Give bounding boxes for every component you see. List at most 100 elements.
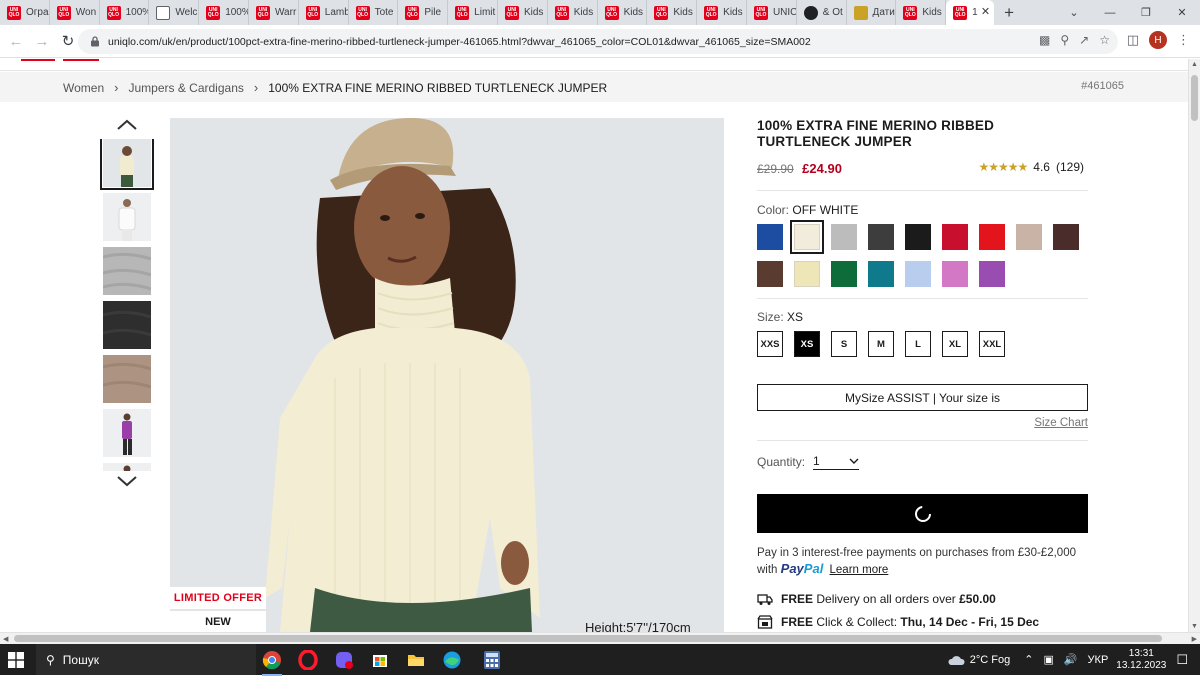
share-icon[interactable]: ↗ — [1079, 33, 1089, 47]
address-bar[interactable]: uniqlo.com/uk/en/product/100pct-extra-fi… — [78, 29, 1118, 54]
thumbnail-partial[interactable] — [103, 463, 151, 471]
horizontal-scrollbar[interactable]: ◀ ▶ — [0, 632, 1200, 644]
thumbnail-white-model[interactable] — [103, 193, 151, 241]
tab-search-icon[interactable]: ⌄ — [1056, 0, 1092, 25]
translate-icon[interactable]: ▩ — [1039, 33, 1050, 47]
breadcrumb-link-jumpers[interactable]: Jumpers & Cardigans — [128, 81, 243, 95]
restore-icon[interactable]: ❐ — [1128, 0, 1164, 25]
new-tab-button[interactable]: + — [994, 0, 1024, 25]
tray-overflow-icon[interactable]: ⌃ — [1024, 653, 1033, 666]
browser-tab[interactable]: Welc — [149, 0, 200, 25]
browser-tab[interactable]: Дати — [847, 0, 897, 25]
vertical-scroll-thumb[interactable] — [1191, 75, 1198, 121]
bookmark-star-icon[interactable]: ☆ — [1099, 33, 1110, 47]
size-option-m[interactable]: M — [868, 331, 894, 357]
browser-tab[interactable]: UNI QLO 100% — [199, 0, 249, 25]
quantity-select[interactable]: 1 — [813, 454, 860, 470]
edge-app-icon[interactable] — [436, 648, 468, 672]
scroll-left-icon[interactable]: ◀ — [3, 635, 8, 643]
color-swatch[interactable] — [942, 261, 968, 287]
color-swatch[interactable] — [979, 261, 1005, 287]
thumbnail-grey-fabric[interactable] — [103, 247, 151, 295]
color-swatch[interactable] — [979, 224, 1005, 250]
size-option-xl[interactable]: XL — [942, 331, 968, 357]
browser-tab[interactable]: UNI QLO 100% — [100, 0, 150, 25]
browser-tab[interactable]: UNI QLO Kids — [548, 0, 598, 25]
size-option-xs[interactable]: XS — [794, 331, 820, 357]
browser-tab[interactable]: UNI QLO Lamb — [299, 0, 349, 25]
browser-tab[interactable]: & Ot — [797, 0, 847, 25]
color-swatch[interactable] — [1016, 224, 1042, 250]
profile-avatar[interactable]: H — [1149, 31, 1167, 49]
mysize-assist-button[interactable]: MySize ASSIST | Your size is — [757, 384, 1088, 411]
browser-tab[interactable]: UNI QLO Tote — [349, 0, 399, 25]
thumbnail-beige-fabric[interactable] — [103, 355, 151, 403]
size-option-s[interactable]: S — [831, 331, 857, 357]
thumbnail-black-fabric[interactable] — [103, 301, 151, 349]
menu-kebab-icon[interactable]: ⋮ — [1177, 32, 1190, 48]
weather-widget[interactable]: 2°C Fog — [947, 654, 1010, 666]
close-tab-icon[interactable]: ✕ — [981, 5, 990, 18]
language-indicator[interactable]: УКР — [1088, 654, 1109, 666]
browser-tab[interactable]: UNI QLO Kids — [697, 0, 747, 25]
zoom-icon[interactable]: ⚲ — [1060, 33, 1069, 47]
color-swatch[interactable] — [831, 224, 857, 250]
chrome-app-icon[interactable] — [256, 648, 288, 676]
thumbnail-off-white-model[interactable] — [100, 139, 154, 190]
forward-arrow-icon[interactable]: → — [29, 28, 55, 54]
store-app-icon[interactable] — [364, 648, 396, 672]
size-option-l[interactable]: L — [905, 331, 931, 357]
color-swatch[interactable] — [790, 220, 824, 254]
scroll-right-icon[interactable]: ▶ — [1192, 635, 1197, 643]
minimize-icon[interactable]: — — [1092, 0, 1128, 25]
color-swatch[interactable] — [905, 261, 931, 287]
browser-tab[interactable]: UNI QLO Won — [50, 0, 100, 25]
size-option-xxl[interactable]: XXL — [979, 331, 1005, 357]
network-icon[interactable]: ▣ — [1043, 653, 1053, 666]
browser-tab[interactable]: UNI QLO Огра — [0, 0, 50, 25]
browser-tab[interactable]: UNI QLO Kids — [896, 0, 947, 25]
color-swatch[interactable] — [905, 224, 931, 250]
browser-tab[interactable]: UNI QLO Kids — [647, 0, 698, 25]
close-window-icon[interactable]: ✕ — [1164, 0, 1200, 25]
color-swatch[interactable] — [794, 261, 820, 287]
horizontal-scroll-thumb[interactable] — [14, 635, 1162, 642]
rating[interactable]: ★★★★★ 4.6 (129) — [979, 160, 1085, 174]
windows-start-icon[interactable] — [8, 652, 24, 668]
color-swatch[interactable] — [757, 224, 783, 250]
notifications-icon[interactable]: ☐ — [1176, 652, 1188, 668]
browser-tab[interactable]: UNI QLO UNIC — [747, 0, 797, 25]
color-swatch[interactable] — [1053, 224, 1079, 250]
thumbnail-down-button[interactable] — [100, 471, 154, 491]
browser-tab[interactable]: UNI QLO Limit — [448, 0, 498, 25]
browser-tab[interactable]: UNI QLO Kids — [598, 0, 648, 25]
lock-icon[interactable] — [90, 36, 100, 47]
scroll-up-icon[interactable]: ▲ — [1191, 61, 1198, 68]
color-swatch[interactable] — [868, 261, 894, 287]
color-swatch[interactable] — [757, 261, 783, 287]
color-swatch[interactable] — [868, 224, 894, 250]
browser-tab[interactable]: UNI QLO Warr — [249, 0, 299, 25]
main-product-image[interactable] — [170, 118, 724, 632]
calculator-app-icon[interactable] — [476, 648, 508, 672]
thumbnail-purple-model[interactable] — [103, 409, 151, 457]
size-chart-link[interactable]: Size Chart — [757, 417, 1088, 429]
vertical-scrollbar[interactable]: ▲ ▼ — [1188, 59, 1200, 632]
color-swatch[interactable] — [942, 224, 968, 250]
add-to-cart-button[interactable] — [757, 494, 1088, 533]
side-panel-icon[interactable]: ◫ — [1127, 32, 1139, 48]
size-option-xxs[interactable]: XXS — [757, 331, 783, 357]
clock[interactable]: 13:31 13.12.2023 — [1116, 648, 1166, 672]
color-swatch[interactable] — [831, 261, 857, 287]
learn-more-link[interactable]: Learn more — [830, 564, 889, 576]
file-explorer-icon[interactable] — [400, 648, 432, 672]
active-tab[interactable]: UNI QLO 1 ✕ — [946, 0, 995, 25]
back-arrow-icon[interactable]: ← — [3, 28, 29, 54]
browser-tab[interactable]: UNI QLO Pile — [398, 0, 449, 25]
browser-tab[interactable]: UNI QLO Kids — [498, 0, 548, 25]
opera-app-icon[interactable] — [292, 648, 324, 672]
volume-icon[interactable]: 🔊 — [1064, 653, 1078, 666]
viber-app-icon[interactable] — [328, 648, 360, 672]
taskbar-search[interactable]: ⚲ Пошук — [36, 644, 256, 675]
thumbnail-up-button[interactable] — [100, 115, 154, 135]
